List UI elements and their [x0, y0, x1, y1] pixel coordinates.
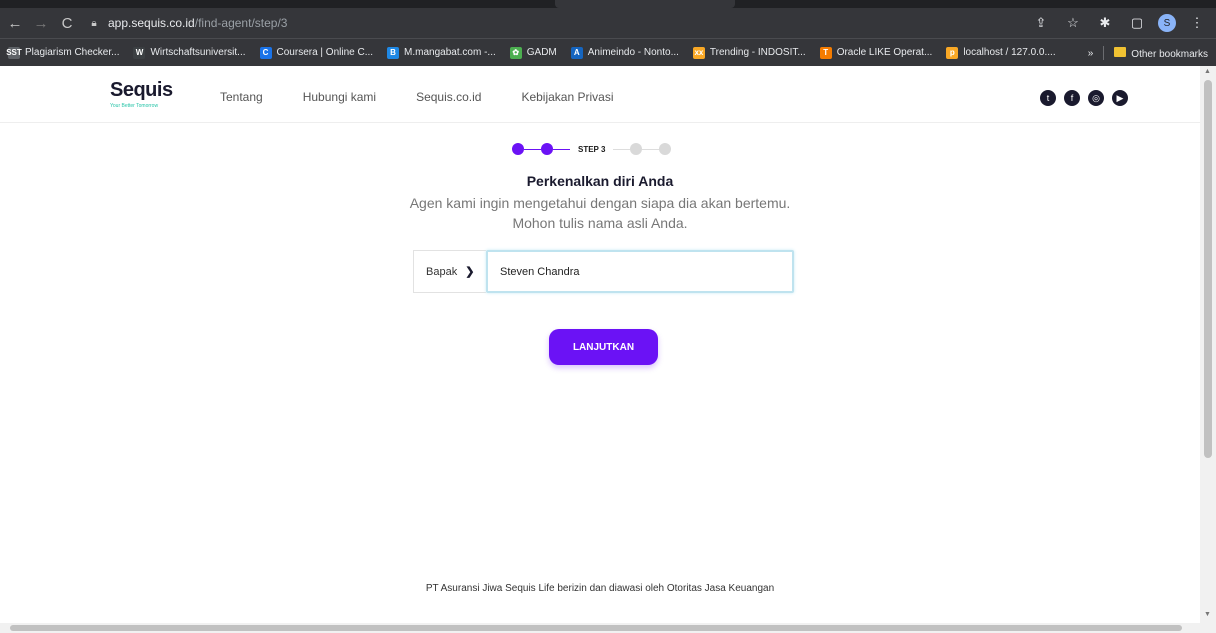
divider: [1103, 46, 1105, 60]
site-header: Sequis Your Better Tomorrow Tentang Hubu…: [0, 66, 1200, 123]
bookmark-label: Oracle LIKE Operat...: [836, 47, 933, 58]
other-bookmarks-label: Other bookmarks: [1131, 48, 1208, 60]
bookmark-item[interactable]: A Animeindo - Nonto...: [570, 46, 679, 59]
page-subtitle: Agen kami ingin mengetahui dengan siapa …: [409, 195, 791, 211]
bookmark-item[interactable]: SST Plagiarism Checker...: [6, 46, 120, 59]
brand-tagline: Your Better Tomorrow: [110, 103, 159, 109]
bookmark-label: localhost / 127.0.0....: [963, 47, 1056, 58]
step-4-dot: [630, 143, 643, 155]
back-icon[interactable]: ←: [4, 12, 26, 34]
bookmark-label: Animeindo - Nonto...: [587, 47, 679, 58]
lock-icon[interactable]: 🔒︎: [88, 17, 100, 29]
scrollbar-thumb[interactable]: [1204, 80, 1212, 458]
progress-stepper: STEP 3: [512, 139, 672, 159]
mangabat-icon: B: [387, 46, 400, 59]
oracle-icon: T: [819, 46, 832, 59]
bookmark-label: M.mangabat.com -...: [404, 47, 496, 58]
scroll-down-icon[interactable]: ▼: [1204, 611, 1211, 618]
vertical-scrollbar[interactable]: ▲ ▼: [1200, 66, 1216, 623]
social-links: t f ◎ ▶: [1040, 90, 1128, 106]
animeindo-icon: A: [570, 46, 583, 59]
tab-strip: [0, 0, 1216, 8]
horizontal-scrollbar[interactable]: [0, 623, 1216, 633]
youtube-icon[interactable]: ▶: [1112, 90, 1128, 106]
bookmark-label: GADM: [526, 47, 557, 58]
step-1-dot: [512, 143, 524, 155]
bookmark-item[interactable]: ✿ GADM: [509, 46, 557, 59]
gadm-icon: ✿: [509, 46, 522, 59]
scrollbar-thumb[interactable]: [10, 625, 1182, 631]
page-content: Sequis Your Better Tomorrow Tentang Hubu…: [0, 66, 1200, 623]
bookmark-item[interactable]: xx Trending - INDOSIT...: [692, 46, 806, 59]
name-input[interactable]: [486, 250, 794, 293]
profile-avatar[interactable]: S: [1158, 14, 1176, 32]
bookmark-item[interactable]: W Wirtschaftsuniversit...: [133, 46, 246, 59]
phpmyadmin-icon: p: [946, 46, 959, 59]
step-connector: [642, 148, 660, 150]
step-5-dot: [659, 143, 672, 155]
step-connector: [553, 148, 570, 150]
twitter-icon[interactable]: t: [1040, 90, 1056, 106]
bookmark-label: Trending - INDOSIT...: [709, 47, 806, 58]
extensions-icon[interactable]: ✱: [1094, 12, 1116, 34]
url-text[interactable]: app.sequis.co.id/find-agent/step/3: [108, 16, 287, 30]
sidepanel-icon[interactable]: ▢: [1126, 12, 1148, 34]
star-icon[interactable]: ☆: [1062, 12, 1084, 34]
folder-icon: [1114, 46, 1127, 57]
w-icon: W: [133, 46, 146, 59]
step-2-dot: [541, 143, 553, 155]
nav-item-hubungi[interactable]: Hubungi kami: [303, 90, 376, 104]
salutation-value: Bapak: [426, 265, 458, 278]
bookmarks-overflow: » Other bookmarks: [1088, 39, 1208, 67]
sequis-logo[interactable]: Sequis Your Better Tomorrow: [110, 79, 173, 109]
step-connector: [524, 148, 541, 150]
name-form: Bapak ❯: [413, 250, 794, 293]
bookmark-item[interactable]: C Coursera | Online C...: [259, 46, 374, 59]
more-bookmarks-button[interactable]: »: [1088, 48, 1094, 59]
continue-button[interactable]: LANJUTKAN: [549, 329, 658, 365]
indosit-icon: xx: [692, 46, 705, 59]
facebook-icon[interactable]: f: [1064, 90, 1080, 106]
other-bookmarks-button[interactable]: Other bookmarks: [1114, 46, 1208, 60]
reload-icon[interactable]: C: [56, 12, 78, 34]
url-path: /find-agent/step/3: [194, 16, 288, 30]
step-connector: [613, 148, 631, 150]
active-tab[interactable]: [555, 0, 735, 8]
main-nav: Tentang Hubungi kami Sequis.co.id Kebija…: [220, 90, 614, 104]
coursera-icon: C: [259, 46, 272, 59]
share-icon[interactable]: ⇪: [1030, 12, 1052, 34]
bookmarks-bar: SST Plagiarism Checker... W Wirtschaftsuniv…: [0, 38, 1216, 66]
page-title: Perkenalkan diri Anda: [526, 173, 674, 189]
url-host: app.sequis.co.id: [108, 16, 195, 30]
scroll-up-icon[interactable]: ▲: [1204, 68, 1211, 75]
nav-item-privasi[interactable]: Kebijakan Privasi: [521, 90, 613, 104]
salutation-select[interactable]: Bapak ❯: [413, 250, 486, 293]
nav-item-tentang[interactable]: Tentang: [220, 90, 263, 104]
brand-name: Sequis: [110, 79, 173, 101]
footer-license-text: PT Asuransi Jiwa Sequis Life berizin dan…: [425, 583, 775, 594]
nav-item-sequis[interactable]: Sequis.co.id: [416, 90, 481, 104]
checker-icon: SST: [6, 46, 22, 59]
forward-icon[interactable]: →: [30, 12, 52, 34]
menu-icon[interactable]: ⋮: [1186, 12, 1208, 34]
instagram-icon[interactable]: ◎: [1088, 90, 1104, 106]
bookmark-item[interactable]: B M.mangabat.com -...: [387, 46, 496, 59]
bookmark-label: Wirtschaftsuniversit...: [150, 47, 246, 58]
page-instruction: Mohon tulis nama asli Anda.: [512, 215, 688, 231]
bookmark-item[interactable]: p localhost / 127.0.0....: [946, 46, 1056, 59]
bookmark-label: Plagiarism Checker...: [25, 47, 120, 58]
browser-toolbar: ← → C 🔒︎ app.sequis.co.id/find-agent/ste…: [0, 8, 1216, 38]
chevron-down-icon: ❯: [465, 266, 475, 278]
bookmark-label: Coursera | Online C...: [276, 47, 374, 58]
bookmark-item[interactable]: T Oracle LIKE Operat...: [819, 46, 933, 59]
toolbar-actions: ⇪ ☆ ✱ ▢ S ⋮: [1030, 12, 1208, 34]
current-step-label: STEP 3: [570, 140, 614, 158]
